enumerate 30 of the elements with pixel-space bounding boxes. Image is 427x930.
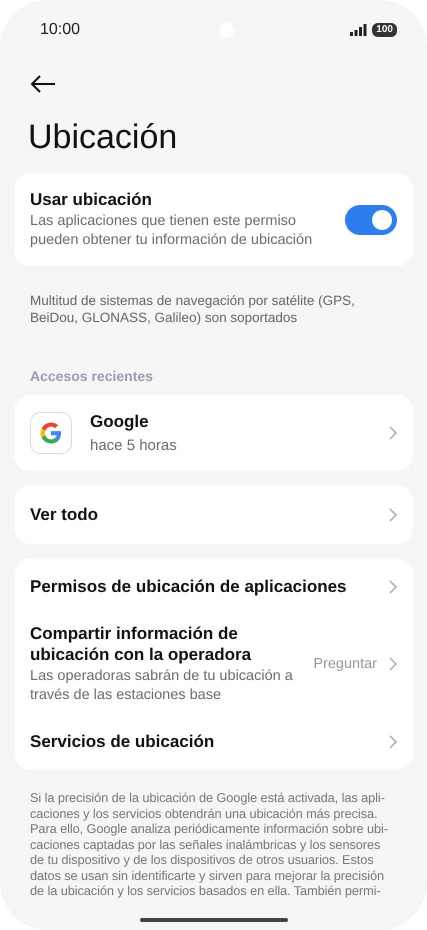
app-logo-icon bbox=[30, 412, 72, 454]
setting-description: Las aplicaciones que tienen este permiso pueden obtener tu información de ubicación bbox=[30, 212, 314, 250]
setting-value: Preguntar bbox=[313, 656, 377, 672]
see-all-item[interactable]: Ver todo bbox=[14, 485, 413, 544]
app-item[interactable]: Google hace 5 horas bbox=[14, 395, 413, 471]
battery-indicator: 100 bbox=[372, 23, 397, 37]
section-heading: Accesos recientes bbox=[30, 368, 154, 384]
clock: 10:00 bbox=[40, 21, 80, 39]
setting-label: Compartir información de ubicación con la operadora bbox=[30, 623, 252, 665]
toggle-switch[interactable] bbox=[345, 204, 397, 234]
settings-item[interactable]: Permisos de ubicación de aplicaciones bbox=[14, 563, 413, 610]
chevron-right-icon bbox=[389, 508, 397, 522]
item-label: Ver todo bbox=[30, 504, 98, 525]
info-note: Multitud de sistemas de navegación por satélite (GPS, BeiDou, GLONASS, Galileo) son soportados bbox=[30, 292, 356, 326]
chevron-right-icon bbox=[389, 657, 397, 671]
app-name: Google bbox=[90, 411, 150, 432]
back-arrow-icon[interactable] bbox=[30, 75, 56, 93]
chevron-right-icon bbox=[389, 426, 397, 440]
signal-icon bbox=[350, 24, 368, 36]
setting-label: Usar ubicación bbox=[30, 189, 153, 210]
access-time: hace 5 horas bbox=[90, 436, 178, 455]
setting-description: Las operadoras sabrán de tu ubicación a través de las estaciones base bbox=[30, 667, 294, 705]
footer-paragraph: Si la precisión de la ubicación de Google está activada, las apli- caciones y los servicios obtendrán una ubicación más precisa. Para ello, Google analiza periódicamente información sobre ubi- caciones captadas por las señales inalámbricas y los sensores de tu dispositivo y de los dispositivos de otros usuarios. Estos datos se usan sin identificarte y sirven para mejorar la precisión de la ubicación y los servicios basados en ella. También permi- bbox=[30, 790, 389, 898]
settings-item[interactable]: Servicios de ubicación bbox=[14, 718, 413, 765]
setting-label: Servicios de ubicación bbox=[30, 731, 216, 752]
settings-item[interactable]: Compartir información de ubicación con la operadora Las operadoras sabrán de tu ubicación a través de las estaciones base Preguntar bbox=[14, 610, 413, 718]
setting-label: Permisos de ubicación de aplicaciones bbox=[30, 576, 348, 597]
chevron-right-icon bbox=[389, 734, 397, 748]
chevron-right-icon bbox=[389, 580, 397, 594]
page-title: Ubicación bbox=[28, 117, 178, 157]
